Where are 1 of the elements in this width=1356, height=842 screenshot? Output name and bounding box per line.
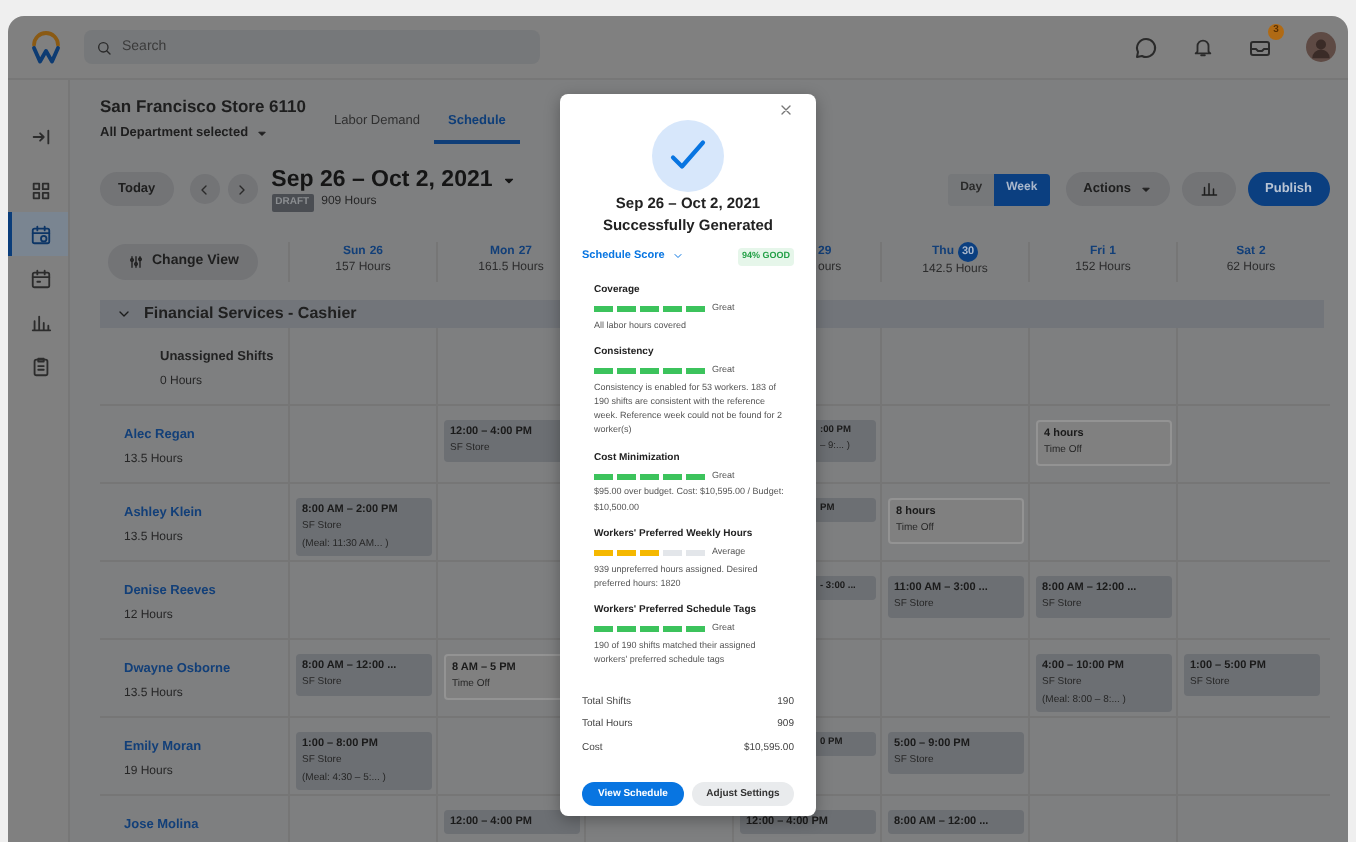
store-title: San Francisco Store 6110 <box>100 96 308 118</box>
